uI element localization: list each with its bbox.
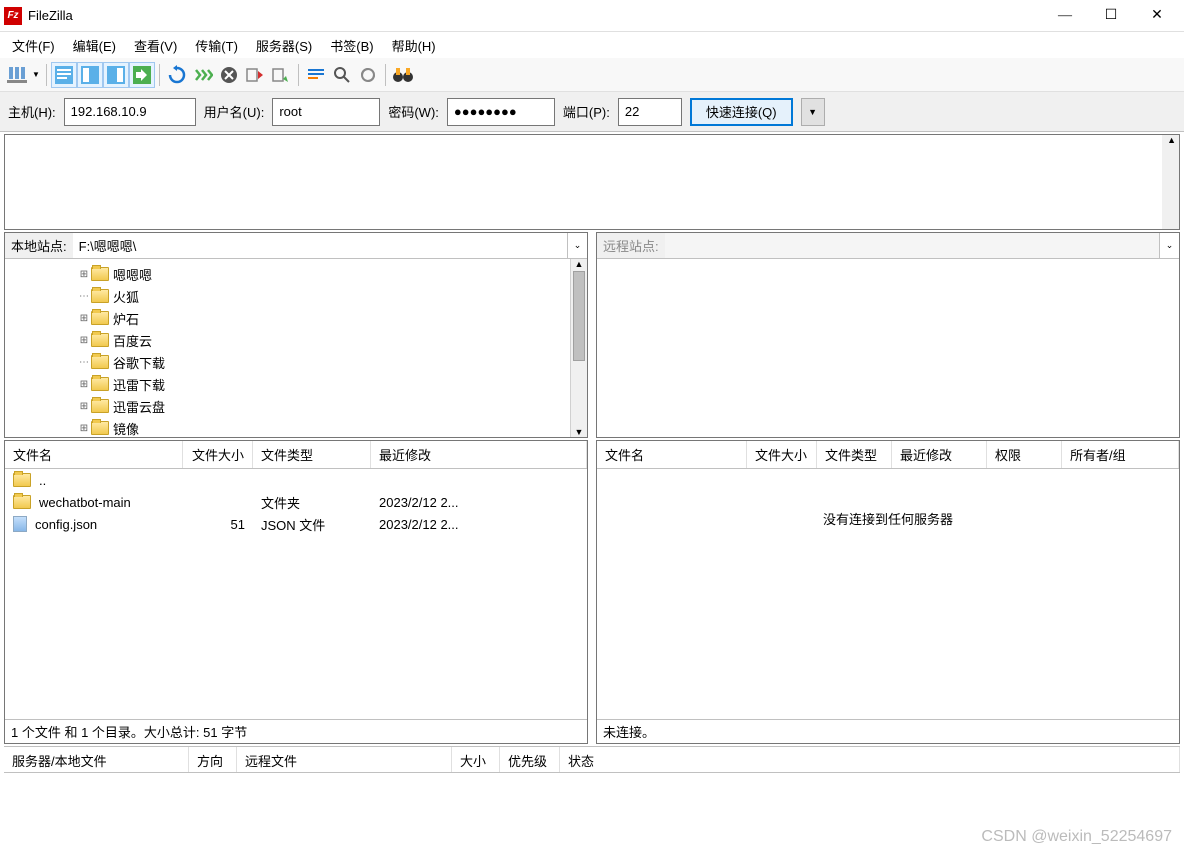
tree-item[interactable]: ⊞炉石 bbox=[7, 307, 568, 329]
col-r-size[interactable]: 文件大小 bbox=[747, 441, 817, 468]
minimize-button[interactable]: — bbox=[1042, 0, 1088, 32]
col-q-server[interactable]: 服务器/本地文件 bbox=[4, 747, 189, 772]
processing-queue-icon[interactable] bbox=[190, 62, 216, 88]
toggle-log-icon[interactable] bbox=[51, 62, 77, 88]
toggle-queue-icon[interactable] bbox=[129, 62, 155, 88]
local-status: 1 个文件 和 1 个目录。大小总计: 51 字节 bbox=[5, 719, 587, 743]
local-tree-pane: 本地站点: ⌄ ⊞嗯嗯嗯⋯火狐⊞炉石⊞百度云⋯谷歌下载⊞迅雷下载⊞迅雷云盘⊞镜像… bbox=[4, 232, 588, 438]
filter-icon[interactable] bbox=[303, 62, 329, 88]
local-path-dropdown[interactable]: ⌄ bbox=[567, 233, 587, 258]
toggle-localtree-icon[interactable] bbox=[77, 62, 103, 88]
user-label: 用户名(U): bbox=[204, 102, 265, 121]
message-log[interactable]: ▲ bbox=[4, 134, 1180, 230]
menu-view[interactable]: 查看(V) bbox=[126, 33, 185, 58]
close-button[interactable]: ✕ bbox=[1134, 0, 1180, 32]
reconnect-icon[interactable] bbox=[268, 62, 294, 88]
menu-edit[interactable]: 编辑(E) bbox=[65, 33, 124, 58]
local-file-list[interactable]: ..wechatbot-main文件夹2023/2/12 2...config.… bbox=[5, 469, 587, 719]
col-q-status[interactable]: 状态 bbox=[560, 747, 1180, 772]
tree-item[interactable]: ⊞嗯嗯嗯 bbox=[7, 263, 568, 285]
refresh-icon[interactable] bbox=[164, 62, 190, 88]
watermark: CSDN @weixin_52254697 bbox=[981, 828, 1172, 846]
col-size[interactable]: 文件大小 bbox=[183, 441, 253, 468]
quickconnect-button[interactable]: 快速连接(Q) bbox=[690, 98, 793, 126]
tree-item[interactable]: ⋯火狐 bbox=[7, 285, 568, 307]
maximize-button[interactable]: ☐ bbox=[1088, 0, 1134, 32]
compare-icon[interactable] bbox=[355, 62, 381, 88]
menu-file[interactable]: 文件(F) bbox=[4, 33, 63, 58]
queue-header[interactable]: 服务器/本地文件 方向 远程文件 大小 优先级 状态 bbox=[4, 747, 1180, 773]
menu-server[interactable]: 服务器(S) bbox=[248, 33, 320, 58]
tree-item[interactable]: ⊞迅雷云盘 bbox=[7, 395, 568, 417]
tree-item[interactable]: ⊞百度云 bbox=[7, 329, 568, 351]
cancel-icon[interactable] bbox=[216, 62, 242, 88]
quickconnect-dropdown[interactable]: ▼ bbox=[801, 98, 825, 126]
remote-file-list[interactable]: 没有连接到任何服务器 bbox=[597, 469, 1179, 719]
col-r-type[interactable]: 文件类型 bbox=[817, 441, 892, 468]
titlebar: Fz FileZilla — ☐ ✕ bbox=[0, 0, 1184, 32]
col-type[interactable]: 文件类型 bbox=[253, 441, 371, 468]
col-q-priority[interactable]: 优先级 bbox=[500, 747, 560, 772]
remote-path-input[interactable] bbox=[665, 233, 1159, 258]
remote-status: 未连接。 bbox=[597, 719, 1179, 743]
remote-tree[interactable] bbox=[597, 259, 1179, 437]
col-r-filename[interactable]: 文件名 bbox=[597, 441, 747, 468]
remote-site-label: 远程站点: bbox=[597, 233, 665, 258]
pass-input[interactable] bbox=[447, 98, 555, 126]
toggle-remotetree-icon[interactable] bbox=[103, 62, 129, 88]
list-item[interactable]: .. bbox=[5, 469, 587, 491]
local-path-input[interactable] bbox=[73, 233, 567, 258]
quickconnect-bar: 主机(H): 用户名(U): 密码(W): 端口(P): 快速连接(Q) ▼ bbox=[0, 92, 1184, 132]
tree-item[interactable]: ⊞镜像 bbox=[7, 417, 568, 437]
port-input[interactable] bbox=[618, 98, 682, 126]
col-r-modified[interactable]: 最近修改 bbox=[892, 441, 987, 468]
log-scrollbar[interactable]: ▲ bbox=[1162, 135, 1179, 229]
remote-list-pane: 文件名 文件大小 文件类型 最近修改 权限 所有者/组 没有连接到任何服务器 未… bbox=[596, 440, 1180, 744]
host-input[interactable] bbox=[64, 98, 196, 126]
window-title: FileZilla bbox=[28, 8, 1042, 23]
remote-path-dropdown[interactable]: ⌄ bbox=[1159, 233, 1179, 258]
local-tree[interactable]: ⊞嗯嗯嗯⋯火狐⊞炉石⊞百度云⋯谷歌下载⊞迅雷下载⊞迅雷云盘⊞镜像 bbox=[5, 259, 570, 437]
col-filename[interactable]: 文件名 bbox=[5, 441, 183, 468]
port-label: 端口(P): bbox=[563, 102, 610, 121]
col-q-dir[interactable]: 方向 bbox=[189, 747, 237, 772]
local-site-label: 本地站点: bbox=[5, 233, 73, 258]
col-q-remote[interactable]: 远程文件 bbox=[237, 747, 452, 772]
menu-help[interactable]: 帮助(H) bbox=[384, 33, 444, 58]
col-q-size[interactable]: 大小 bbox=[452, 747, 500, 772]
pass-label: 密码(W): bbox=[388, 102, 439, 121]
remote-empty-message: 没有连接到任何服务器 bbox=[597, 469, 1179, 528]
tree-item[interactable]: ⊞迅雷下载 bbox=[7, 373, 568, 395]
list-item[interactable]: wechatbot-main文件夹2023/2/12 2... bbox=[5, 491, 587, 513]
sitemanager-dropdown[interactable]: ▼ bbox=[30, 62, 42, 88]
menu-bookmarks[interactable]: 书签(B) bbox=[322, 33, 381, 58]
search-icon[interactable] bbox=[329, 62, 355, 88]
local-list-header[interactable]: 文件名 文件大小 文件类型 最近修改 bbox=[5, 441, 587, 469]
transfer-queue: 服务器/本地文件 方向 远程文件 大小 优先级 状态 bbox=[4, 746, 1180, 786]
host-label: 主机(H): bbox=[8, 102, 56, 121]
remote-list-header[interactable]: 文件名 文件大小 文件类型 最近修改 权限 所有者/组 bbox=[597, 441, 1179, 469]
user-input[interactable] bbox=[272, 98, 380, 126]
binoculars-icon[interactable] bbox=[390, 62, 416, 88]
list-item[interactable]: config.json51JSON 文件2023/2/12 2... bbox=[5, 513, 587, 535]
tree-item[interactable]: ⋯谷歌下载 bbox=[7, 351, 568, 373]
local-tree-scrollbar[interactable]: ▲ ▼ bbox=[570, 259, 587, 437]
menubar: 文件(F) 编辑(E) 查看(V) 传输(T) 服务器(S) 书签(B) 帮助(… bbox=[0, 32, 1184, 58]
col-r-perm[interactable]: 权限 bbox=[987, 441, 1062, 468]
remote-tree-pane: 远程站点: ⌄ bbox=[596, 232, 1180, 438]
col-r-owner[interactable]: 所有者/组 bbox=[1062, 441, 1179, 468]
scroll-up-icon[interactable]: ▲ bbox=[1167, 135, 1176, 145]
toolbar: ▼ bbox=[0, 58, 1184, 92]
sitemanager-icon[interactable] bbox=[4, 62, 30, 88]
local-list-pane: 文件名 文件大小 文件类型 最近修改 ..wechatbot-main文件夹20… bbox=[4, 440, 588, 744]
disconnect-icon[interactable] bbox=[242, 62, 268, 88]
menu-transfer[interactable]: 传输(T) bbox=[187, 33, 246, 58]
col-modified[interactable]: 最近修改 bbox=[371, 441, 587, 468]
app-icon: Fz bbox=[4, 7, 22, 25]
